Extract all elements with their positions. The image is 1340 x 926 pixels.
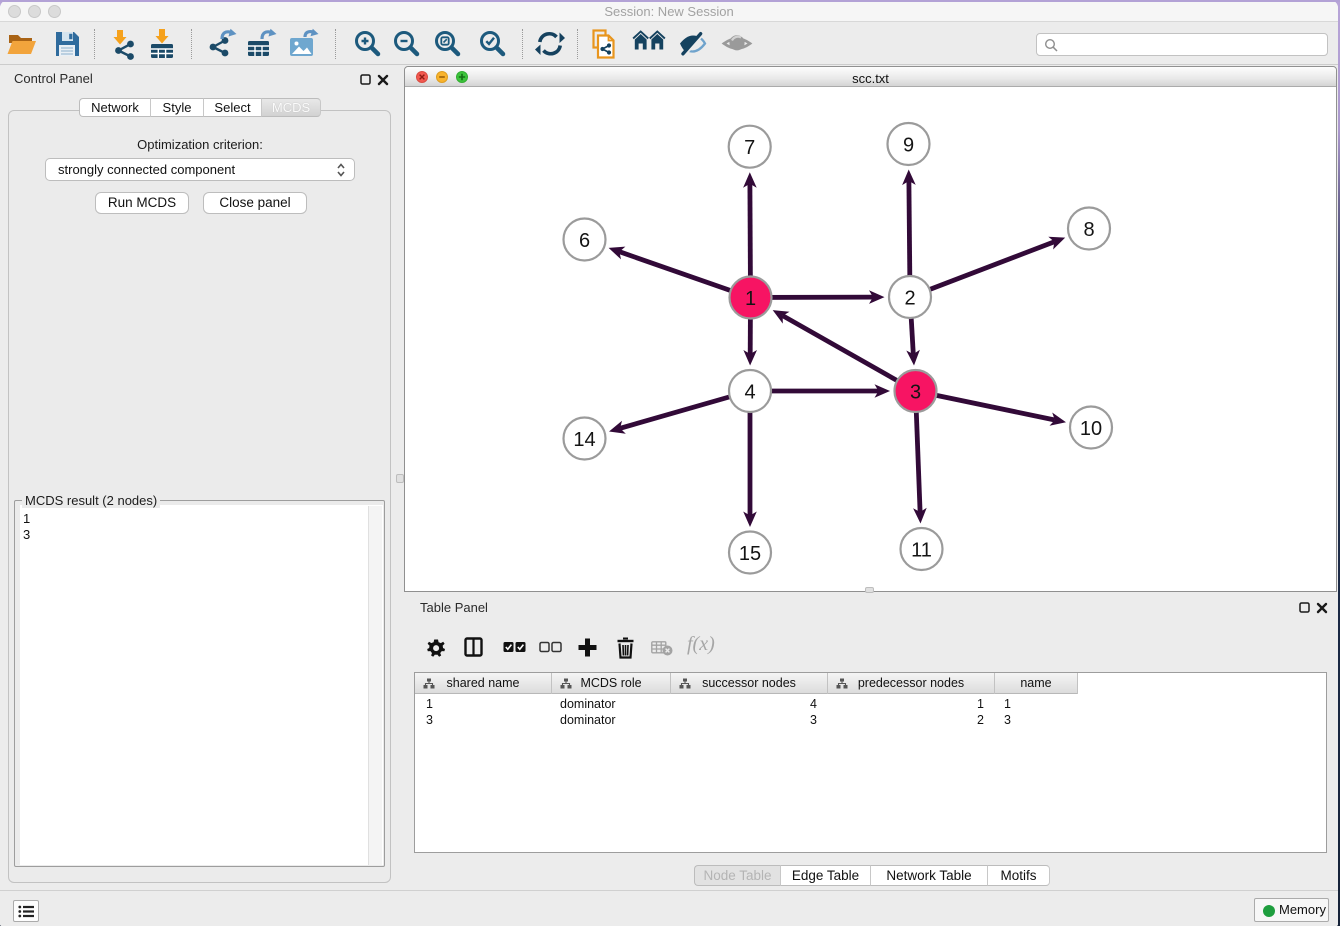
svg-text:4: 4 (744, 382, 755, 404)
svg-text:2: 2 (904, 288, 915, 310)
svg-text:10: 10 (1080, 418, 1102, 440)
svg-text:11: 11 (911, 540, 932, 562)
svg-text:6: 6 (579, 230, 590, 252)
svg-text:15: 15 (739, 543, 761, 565)
svg-text:14: 14 (573, 429, 595, 451)
svg-text:3: 3 (910, 382, 921, 404)
svg-text:1: 1 (745, 288, 756, 310)
svg-text:9: 9 (903, 135, 914, 157)
svg-text:8: 8 (1083, 219, 1094, 241)
svg-text:7: 7 (744, 137, 755, 159)
